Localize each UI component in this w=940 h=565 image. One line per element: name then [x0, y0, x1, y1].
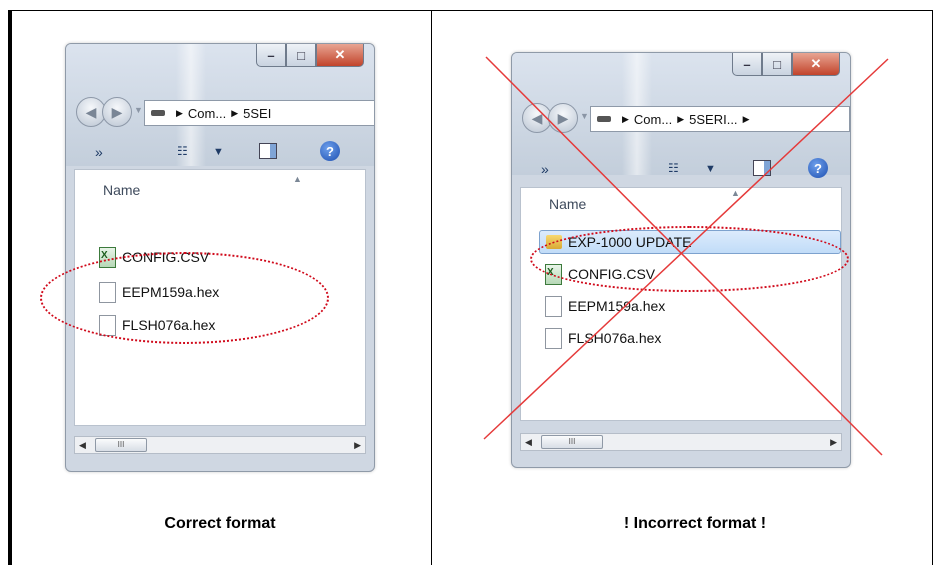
breadcrumb-folder[interactable]: 5SEI — [243, 106, 271, 121]
scroll-left-icon[interactable]: ◀ — [79, 437, 86, 453]
preview-pane-icon[interactable] — [259, 143, 277, 159]
minimize-button[interactable]: – — [256, 44, 286, 67]
back-arrow-icon: ◀ — [85, 103, 97, 120]
highlight-ellipse — [40, 252, 329, 344]
cross-line — [485, 56, 883, 456]
name-column-header[interactable]: Name — [103, 182, 140, 198]
drive-icon — [151, 110, 165, 116]
views-dropdown-icon[interactable]: ▼ — [213, 146, 224, 158]
help-button[interactable]: ? — [320, 141, 340, 161]
close-button[interactable]: ✕ — [316, 44, 364, 67]
table-right-border — [932, 10, 933, 565]
table-left-border — [8, 10, 12, 565]
recent-pages-dropdown-icon[interactable]: ▼ — [134, 105, 143, 115]
caption-incorrect: ! Incorrect format ! — [623, 515, 767, 532]
table-top-border — [8, 10, 933, 11]
scroll-right-icon[interactable]: ▶ — [354, 437, 361, 453]
caption-correct: Correct format — [164, 515, 276, 532]
navigation-bar: ◀ ▶ ▼ ▶ Com... ▶ 5SEI — [76, 95, 374, 129]
more-commands-button[interactable]: » — [95, 144, 103, 160]
forward-button[interactable]: ▶ — [102, 97, 132, 127]
red-cross-mark — [483, 56, 889, 456]
caption-buttons: – □ ✕ — [256, 44, 364, 67]
views-icon[interactable]: ☷ — [177, 144, 188, 158]
breadcrumb-computer[interactable]: Com... — [188, 106, 226, 121]
sort-ascending-icon: ▲ — [293, 174, 302, 184]
forward-arrow-icon: ▶ — [111, 103, 123, 120]
scrollbar-thumb[interactable]: III — [95, 438, 147, 452]
command-toolbar: » ☷ ▼ ? — [67, 140, 373, 166]
horizontal-scrollbar[interactable]: ◀ III ▶ — [74, 436, 366, 454]
maximize-button[interactable]: □ — [286, 44, 316, 67]
address-bar[interactable]: ▶ Com... ▶ 5SEI — [144, 100, 374, 126]
table-column-divider — [431, 10, 432, 565]
breadcrumb-separator-icon: ▶ — [176, 107, 183, 118]
breadcrumb-separator-icon: ▶ — [231, 107, 239, 118]
